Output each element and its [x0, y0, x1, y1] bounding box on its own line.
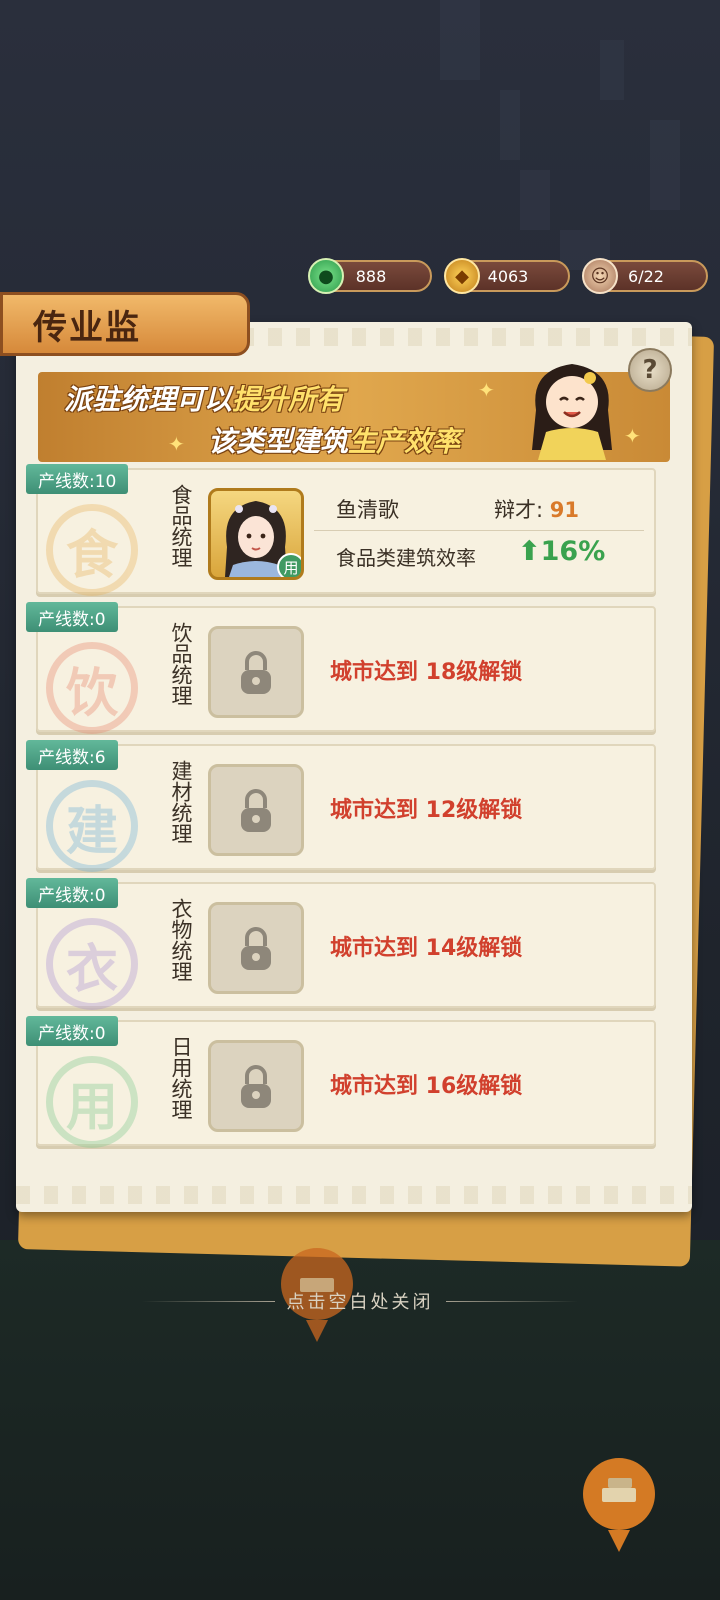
manager-stat: 辩才: 91: [494, 494, 579, 524]
manager-row-daily-goods[interactable]: 产线数:0 用 日用统理 城市达到 16级解锁: [26, 1016, 656, 1148]
manager-row-food[interactable]: 产线数:10 食 食品统理 用 鱼清歌 辩才: 91 食品类建筑效率 ⬆16%: [26, 464, 656, 596]
banner-text: 该类型建筑: [208, 425, 349, 458]
stat-value: 91: [549, 498, 579, 522]
production-line-badge: 产线数:0: [26, 1016, 118, 1046]
manager-panel: 派驻统理可以提升所有 该类型建筑生产效率 ✦ ✦ ✦ ? 产线数:10 食 食品…: [16, 322, 692, 1212]
manager-row-drinks[interactable]: 产线数:0 饮 饮品统理 城市达到 18级解锁: [26, 602, 656, 734]
worker-resource-counter[interactable]: ☺ 6/22: [582, 258, 708, 294]
coin-resource-value: 4063: [487, 266, 529, 286]
banner-highlight: 提升所有: [232, 383, 345, 416]
unlock-requirement: 城市达到 16级解锁: [330, 1074, 523, 1099]
sparkle-icon: ✦: [168, 432, 185, 456]
banner-line-1: 派驻统理可以提升所有: [64, 378, 344, 418]
banner-line-2: 该类型建筑生产效率: [208, 420, 460, 460]
locked-manager-slot[interactable]: [208, 902, 304, 994]
manager-portrait-slot[interactable]: 用: [208, 488, 304, 580]
copper-coin-icon: ◆: [444, 258, 480, 294]
lock-icon: [241, 651, 271, 694]
jade-coin-icon: ●: [308, 258, 344, 294]
drinks-category-emblem: 饮: [46, 642, 138, 734]
category-label: 衣物统理: [169, 898, 193, 982]
locked-manager-slot[interactable]: [208, 1040, 304, 1132]
category-label: 食品统理: [169, 484, 193, 568]
worker-icon: ☺: [582, 258, 618, 294]
production-line-badge: 产线数:6: [26, 740, 118, 770]
efficiency-value: 16%: [540, 536, 606, 567]
manager-name: 鱼清歌: [336, 498, 399, 522]
category-label: 建材统理: [169, 760, 193, 844]
manager-row-building-materials[interactable]: 产线数:6 建 建材统理 城市达到 12级解锁: [26, 740, 656, 872]
panel-title-tab: 传业监: [0, 292, 250, 356]
divider: [314, 530, 644, 531]
lock-icon: [241, 789, 271, 832]
daily-goods-category-emblem: 用: [46, 1056, 138, 1148]
mascot-character-icon: [532, 364, 612, 460]
lock-icon: [241, 1065, 271, 1108]
clothing-category-emblem: 衣: [46, 918, 138, 1010]
category-label: 饮品统理: [169, 622, 193, 706]
production-line-badge: 产线数:10: [26, 464, 129, 494]
efficiency-boost: ⬆16%: [518, 536, 605, 567]
production-line-badge: 产线数:0: [26, 878, 118, 908]
sparkle-icon: ✦: [478, 378, 495, 402]
coin-resource-counter[interactable]: ◆ 4063: [444, 258, 570, 294]
panel-border-pattern: [16, 1186, 692, 1204]
stat-label: 辩才:: [494, 498, 544, 522]
jade-resource-value: 888: [355, 266, 387, 286]
jade-resource-counter[interactable]: ● 888: [308, 258, 432, 294]
efficiency-label: 食品类建筑效率: [336, 546, 476, 570]
map-marker-icon[interactable]: [578, 1454, 660, 1554]
banner-text: 派驻统理可以: [64, 383, 233, 416]
question-icon: ?: [642, 355, 658, 385]
close-hint[interactable]: 点击空白处关闭: [130, 1286, 590, 1316]
locked-manager-slot[interactable]: [208, 626, 304, 718]
unlock-requirement: 城市达到 12级解锁: [330, 798, 523, 823]
locked-manager-slot[interactable]: [208, 764, 304, 856]
panel-title: 传业监: [33, 307, 141, 348]
lock-icon: [241, 927, 271, 970]
building-category-emblem: 建: [46, 780, 138, 872]
category-label: 日用统理: [169, 1036, 193, 1120]
unlock-requirement: 城市达到 18级解锁: [330, 660, 523, 685]
unlock-requirement: 城市达到 14级解锁: [330, 936, 523, 961]
manager-row-clothing[interactable]: 产线数:0 衣 衣物统理 城市达到 14级解锁: [26, 878, 656, 1010]
arrow-up-icon: ⬆: [518, 536, 541, 567]
in-use-tag: 用: [277, 553, 301, 577]
help-button[interactable]: ?: [628, 348, 672, 392]
banner-highlight: 生产效率: [348, 425, 461, 458]
close-hint-text: 点击空白处关闭: [286, 1292, 434, 1313]
production-line-badge: 产线数:0: [26, 602, 118, 632]
food-category-emblem: 食: [46, 504, 138, 596]
worker-resource-value: 6/22: [628, 266, 664, 286]
